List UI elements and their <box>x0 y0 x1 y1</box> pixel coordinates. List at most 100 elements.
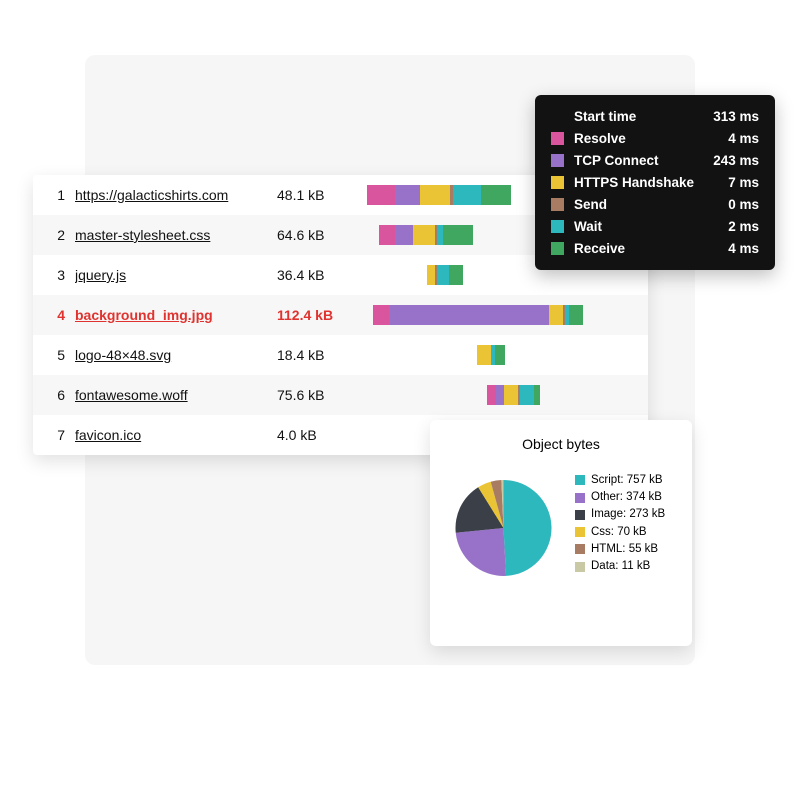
timing-tooltip: Start time313 msResolve4 msTCP Connect24… <box>535 95 775 270</box>
timing-segment-wait <box>520 385 534 405</box>
swatch-tcp <box>551 154 564 167</box>
swatch-resolve <box>551 132 564 145</box>
timing-bar[interactable] <box>379 225 473 245</box>
resource-size: 18.4 kB <box>277 347 367 363</box>
row-index: 4 <box>47 307 65 323</box>
legend-swatch <box>575 493 585 503</box>
timing-row: Send0 ms <box>551 197 759 212</box>
timing-label: Receive <box>574 241 728 256</box>
legend-label: Css: 70 kB <box>591 524 647 541</box>
resource-name[interactable]: favicon.ico <box>75 427 277 443</box>
timing-value: 7 ms <box>728 175 759 190</box>
resource-size: 36.4 kB <box>277 267 367 283</box>
timing-label: HTTPS Handshake <box>574 175 728 190</box>
pie-slice-script[interactable] <box>504 480 552 576</box>
legend-swatch <box>575 527 585 537</box>
pie-legend-row: HTML: 55 kB <box>575 541 665 558</box>
legend-swatch <box>575 544 585 554</box>
timing-value: 2 ms <box>728 219 759 234</box>
timing-row: Start time313 ms <box>551 109 759 124</box>
timing-segment-receive <box>443 225 473 245</box>
timing-row: Wait2 ms <box>551 219 759 234</box>
resource-name[interactable]: logo-48×48.svg <box>75 347 277 363</box>
timing-segment-resolve <box>379 225 395 245</box>
waterfall-row[interactable]: 5 logo-48×48.svg18.4 kB <box>33 335 648 375</box>
timing-label: Resolve <box>574 131 728 146</box>
timing-bar[interactable] <box>487 385 540 405</box>
timing-bar-cell <box>367 305 634 325</box>
timing-label: TCP Connect <box>574 153 713 168</box>
timing-segment-receive <box>534 385 540 405</box>
legend-swatch <box>575 475 585 485</box>
swatch-send <box>551 198 564 211</box>
timing-segment-https <box>420 185 450 205</box>
pie-slice-other[interactable] <box>456 528 506 576</box>
pie-legend-row: Css: 70 kB <box>575 524 665 541</box>
timing-segment-receive <box>449 265 463 285</box>
pie-legend: Script: 757 kBOther: 374 kBImage: 273 kB… <box>575 472 665 576</box>
timing-value: 243 ms <box>713 153 759 168</box>
resource-name[interactable]: https://galacticshirts.com <box>75 187 277 203</box>
timing-row: Receive4 ms <box>551 241 759 256</box>
timing-bar[interactable] <box>427 265 463 285</box>
timing-bar-cell <box>367 385 634 405</box>
timing-bar[interactable] <box>373 305 583 325</box>
timing-segment-resolve <box>373 305 389 325</box>
resource-name[interactable]: fontawesome.woff <box>75 387 277 403</box>
timing-segment-tcp <box>389 305 549 325</box>
pie-title: Object bytes <box>446 436 676 452</box>
timing-segment-resolve <box>367 185 395 205</box>
timing-segment-receive <box>569 305 583 325</box>
swatch-https <box>551 176 564 189</box>
waterfall-row[interactable]: 6 fontawesome.woff75.6 kB <box>33 375 648 415</box>
swatch-receive <box>551 242 564 255</box>
pie-chart <box>446 466 561 581</box>
timing-segment-receive <box>495 345 505 365</box>
timing-segment-https <box>427 265 435 285</box>
resource-size: 75.6 kB <box>277 387 367 403</box>
timing-segment-receive <box>481 185 511 205</box>
timing-segment-tcp <box>496 385 504 405</box>
timing-segment-wait <box>453 185 481 205</box>
timing-value: 4 ms <box>728 131 759 146</box>
row-index: 1 <box>47 187 65 203</box>
resource-size: 48.1 kB <box>277 187 367 203</box>
timing-segment-tcp <box>395 225 413 245</box>
resource-name[interactable]: jquery.js <box>75 267 277 283</box>
resource-name[interactable]: background_img.jpg <box>75 307 277 323</box>
legend-swatch <box>575 510 585 520</box>
legend-swatch <box>575 562 585 572</box>
object-bytes-card: Object bytes Script: 757 kBOther: 374 kB… <box>430 420 692 646</box>
row-index: 5 <box>47 347 65 363</box>
waterfall-row[interactable]: 4background_img.jpg112.4 kB <box>33 295 648 335</box>
timing-segment-https <box>413 225 435 245</box>
timing-segment-https <box>549 305 563 325</box>
timing-value: 4 ms <box>728 241 759 256</box>
legend-label: Script: 757 kB <box>591 472 663 489</box>
row-index: 7 <box>47 427 65 443</box>
legend-label: Other: 374 kB <box>591 489 662 506</box>
timing-bar-cell <box>367 345 634 365</box>
timing-segment-https <box>477 345 491 365</box>
timing-value: 313 ms <box>713 109 759 124</box>
timing-label: Start time <box>574 109 713 124</box>
legend-label: Image: 273 kB <box>591 506 665 523</box>
timing-bar[interactable] <box>477 345 505 365</box>
timing-segment-tcp <box>395 185 420 205</box>
timing-bar[interactable] <box>367 185 511 205</box>
timing-value: 0 ms <box>728 197 759 212</box>
row-index: 6 <box>47 387 65 403</box>
resource-size: 4.0 kB <box>277 427 367 443</box>
timing-row: HTTPS Handshake7 ms <box>551 175 759 190</box>
timing-segment-resolve <box>487 385 496 405</box>
legend-label: HTML: 55 kB <box>591 541 658 558</box>
legend-label: Data: 11 kB <box>591 558 650 575</box>
swatch-wait <box>551 220 564 233</box>
timing-label: Send <box>574 197 728 212</box>
resource-name[interactable]: master-stylesheet.css <box>75 227 277 243</box>
timing-segment-wait <box>437 265 449 285</box>
resource-size: 64.6 kB <box>277 227 367 243</box>
row-index: 2 <box>47 227 65 243</box>
timing-row: TCP Connect243 ms <box>551 153 759 168</box>
timing-segment-https <box>504 385 518 405</box>
